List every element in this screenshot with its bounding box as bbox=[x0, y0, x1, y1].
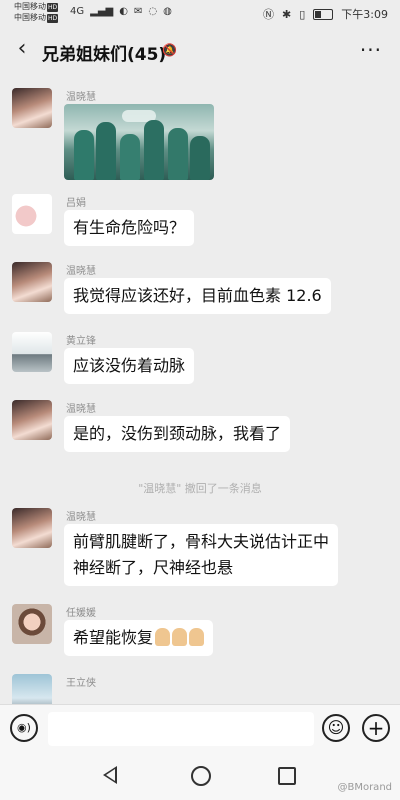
notification-icon: ◐ bbox=[119, 6, 128, 17]
avatar[interactable] bbox=[12, 262, 52, 302]
message-bubble[interactable]: 前臂肌腱断了，骨科大夫说估计正中神经断了，尺神经也悬 bbox=[64, 524, 338, 586]
more-options-button[interactable]: ··· bbox=[360, 38, 382, 62]
chat-title: 兄弟姐妹们(45) bbox=[42, 45, 167, 65]
status-bar: 中国移动 HD 中国移动 HD 4G ▂▄▆ ◐ ✉ ◌ ◍ Ⓝ ✱ ▯ 下午3:0… bbox=[0, 0, 400, 30]
mute-icon: 🔕 bbox=[162, 43, 177, 57]
message-bubble[interactable]: 希望能恢复 bbox=[64, 620, 214, 656]
sender-name: 温晓慧 bbox=[66, 266, 96, 277]
pray-emoji-icon bbox=[155, 628, 171, 646]
clock: 下午3:09 bbox=[341, 8, 388, 21]
nav-recents-icon[interactable] bbox=[278, 767, 296, 785]
message-bubble[interactable]: 是的，没伤到颈动脉，我看了 bbox=[64, 416, 291, 452]
avatar[interactable] bbox=[12, 194, 52, 234]
recall-notice: "温晓慧" 撤回了一条消息 bbox=[138, 482, 262, 495]
sender-name: 王立侠 bbox=[66, 678, 96, 689]
wechat-icon: ◌ bbox=[148, 6, 158, 17]
carrier-2: 中国移动 bbox=[14, 13, 46, 22]
sender-name: 吕娟 bbox=[66, 198, 86, 209]
avatar[interactable] bbox=[12, 332, 52, 372]
avatar[interactable] bbox=[12, 400, 52, 440]
nav-home-icon[interactable] bbox=[191, 766, 211, 786]
alipay-icon: ◍ bbox=[163, 6, 172, 17]
system-nav-bar: @BMorand bbox=[0, 754, 400, 800]
bluetooth-icon: ✱ bbox=[282, 7, 292, 21]
sender-name: 黄立锋 bbox=[66, 336, 96, 347]
avatar[interactable] bbox=[12, 88, 52, 128]
chat-area[interactable]: 温晓慧 吕娟 有生命危险吗？ 温晓慧 我觉得应该还好，目前血色素 12.6 黄立… bbox=[0, 74, 400, 714]
image-message[interactable] bbox=[64, 104, 214, 180]
pray-emoji-icon bbox=[172, 628, 188, 646]
watermark: @BMorand bbox=[337, 782, 392, 793]
nfc-icon: Ⓝ bbox=[263, 8, 275, 21]
message-icon: ✉ bbox=[133, 6, 143, 17]
sender-name: 温晓慧 bbox=[66, 92, 96, 103]
message-text: 希望能恢复 bbox=[73, 628, 154, 647]
vibrate-icon: ▯ bbox=[299, 7, 306, 21]
avatar[interactable] bbox=[12, 604, 52, 644]
avatar[interactable] bbox=[12, 508, 52, 548]
pray-emoji-icon bbox=[189, 628, 205, 646]
carrier-1: 中国移动 bbox=[14, 2, 46, 11]
message-bubble[interactable]: 应该没伤着动脉 bbox=[64, 348, 195, 384]
title-bar: ‹ 兄弟姐妹们(45) 🔕 ··· bbox=[0, 30, 400, 74]
voice-input-button[interactable]: ◉) bbox=[10, 714, 38, 742]
battery-icon bbox=[313, 8, 334, 20]
sender-name: 任媛媛 bbox=[66, 608, 96, 619]
hd-badge: HD bbox=[47, 3, 59, 12]
message-bubble[interactable]: 有生命危险吗？ bbox=[64, 210, 195, 246]
back-icon[interactable]: ‹ bbox=[10, 36, 34, 61]
more-attachments-button[interactable]: + bbox=[362, 714, 390, 742]
nav-back-icon[interactable] bbox=[103, 766, 117, 784]
message-bubble[interactable]: 我觉得应该还好，目前血色素 12.6 bbox=[64, 278, 331, 314]
emoji-button[interactable]: ☺ bbox=[322, 714, 350, 742]
sender-name: 温晓慧 bbox=[66, 512, 96, 523]
sender-name: 温晓慧 bbox=[66, 404, 96, 415]
signal-icon: ▂▄▆ bbox=[90, 6, 114, 17]
network-type: 4G bbox=[70, 6, 85, 17]
input-bar: ◉) ☺ + bbox=[0, 704, 400, 755]
hd-badge-2: HD bbox=[47, 14, 59, 23]
message-input[interactable] bbox=[48, 712, 314, 746]
